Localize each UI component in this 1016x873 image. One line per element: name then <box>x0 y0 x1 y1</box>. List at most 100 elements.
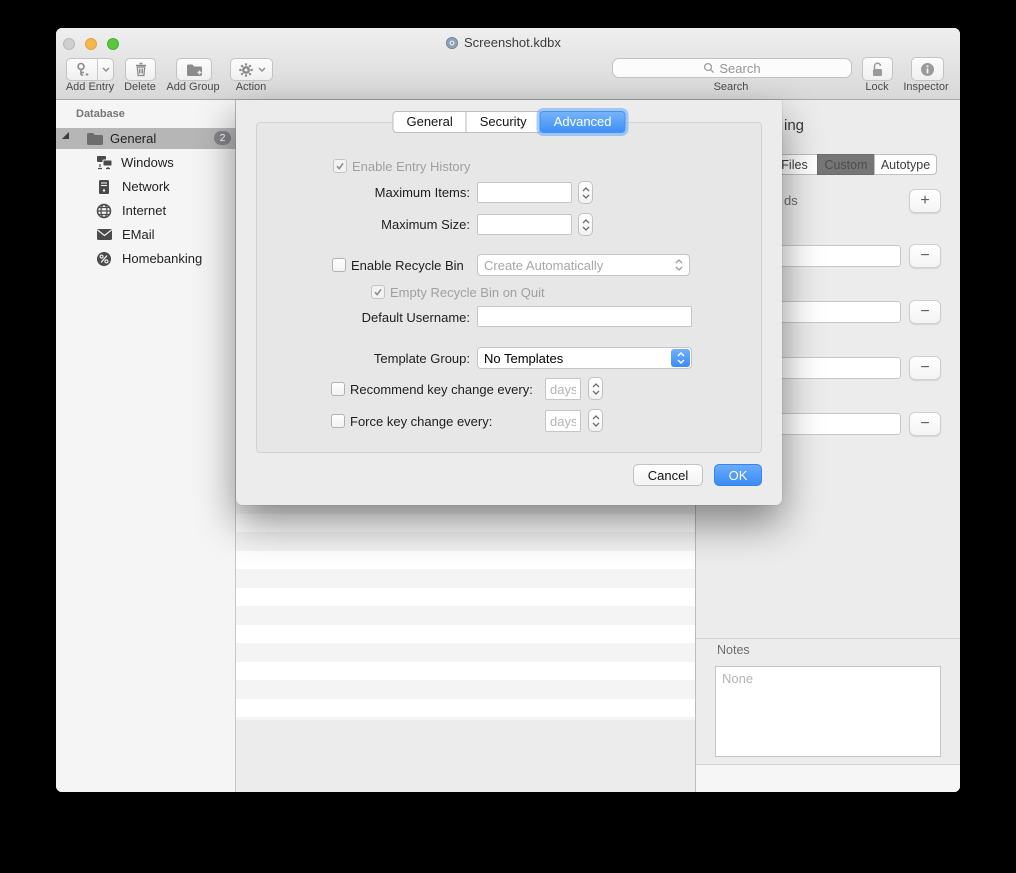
delete-button[interactable] <box>125 58 156 81</box>
empty-recycle-bin-checkbox[interactable] <box>371 285 385 299</box>
envelope-icon <box>96 228 113 241</box>
chevron-up-icon <box>592 383 600 388</box>
remove-field-button[interactable]: − <box>909 412 941 436</box>
action-button[interactable] <box>230 58 273 81</box>
lock-label: Lock <box>865 81 888 93</box>
chevron-down-icon <box>258 67 266 72</box>
maximum-items-input[interactable] <box>477 182 572 203</box>
maximum-items-stepper[interactable] <box>578 181 593 204</box>
maximum-size-label: Maximum Size: <box>236 217 470 232</box>
sidebar-item-network[interactable]: Network <box>56 176 236 197</box>
chevron-down-icon <box>592 390 600 395</box>
lock-open-icon <box>871 62 884 77</box>
sidebar-item-email[interactable]: EMail <box>56 224 236 245</box>
tab-autotype[interactable]: Autotype <box>874 154 937 175</box>
folder-icon <box>86 132 104 146</box>
entry-list[interactable] <box>236 477 695 720</box>
lock-button[interactable] <box>862 57 893 81</box>
window-title-row: Screenshot.kdbx <box>445 35 561 50</box>
settings-tabs: General Security Advanced <box>392 111 625 133</box>
sidebar-item-label: EMail <box>122 227 155 242</box>
template-group-popup[interactable]: No Templates <box>477 347 692 369</box>
inspector-title-fragment: ing <box>784 117 804 134</box>
gear-icon <box>238 62 254 78</box>
force-key-change-checkbox[interactable] <box>331 414 345 428</box>
minus-icon: − <box>920 416 929 432</box>
zoom-button[interactable] <box>107 38 119 50</box>
chevron-down-icon <box>592 422 600 427</box>
sidebar-item-label: Internet <box>122 203 166 218</box>
document-icon <box>445 36 459 50</box>
recycle-bin-mode-popup[interactable]: Create Automatically <box>477 254 690 276</box>
inspector-tabs: Files Custom Autotype <box>771 154 937 175</box>
chevron-up-icon <box>592 415 600 420</box>
percent-icon <box>96 251 112 267</box>
tab-general[interactable]: General <box>392 111 466 133</box>
recommend-key-change-checkbox[interactable] <box>331 382 345 396</box>
recycle-bin-mode-value: Create Automatically <box>484 258 675 273</box>
info-icon <box>920 62 935 77</box>
popup-chevrons-icon <box>675 259 683 271</box>
remove-field-button[interactable]: − <box>909 244 941 268</box>
disclosure-triangle-icon[interactable] <box>62 131 76 145</box>
cancel-button[interactable]: Cancel <box>633 464 703 486</box>
notes-textarea[interactable]: None <box>715 666 941 757</box>
maximum-size-stepper[interactable] <box>578 213 593 236</box>
sidebar-item-homebanking[interactable]: Homebanking <box>56 248 236 269</box>
action-label: Action <box>236 81 267 93</box>
sidebar-item-internet[interactable]: Internet <box>56 200 236 221</box>
notes-placeholder: None <box>722 671 753 686</box>
app-window: Screenshot.kdbx Add Entry <box>56 28 960 792</box>
tab-advanced[interactable]: Advanced <box>540 111 626 133</box>
sidebar-item-label: Network <box>122 179 170 194</box>
enable-entry-history-checkbox[interactable] <box>333 159 347 173</box>
search-icon <box>703 62 715 74</box>
window-chrome: Screenshot.kdbx Add Entry <box>56 28 960 100</box>
search-input[interactable]: Search <box>612 58 852 78</box>
close-button[interactable] <box>63 38 75 50</box>
sidebar-item-label: Windows <box>121 155 174 170</box>
chevron-down-icon <box>582 194 590 199</box>
ok-button[interactable]: OK <box>714 464 762 486</box>
window-title: Screenshot.kdbx <box>464 35 561 50</box>
maximum-items-label: Maximum Items: <box>236 185 470 200</box>
minimize-button[interactable] <box>85 38 97 50</box>
empty-recycle-bin-label: Empty Recycle Bin on Quit <box>390 285 545 300</box>
windows-network-icon <box>96 155 113 170</box>
force-days-input[interactable] <box>545 410 581 432</box>
database-settings-sheet: General Security Advanced Enable Entry H… <box>236 100 782 505</box>
server-icon <box>98 179 110 195</box>
add-group-button[interactable] <box>176 58 212 81</box>
remove-field-button[interactable]: − <box>909 356 941 380</box>
maximum-size-input[interactable] <box>477 214 572 235</box>
add-entry-button[interactable] <box>66 58 114 81</box>
minus-icon: − <box>920 360 929 376</box>
tab-security[interactable]: Security <box>466 111 541 133</box>
key-icon <box>67 62 97 78</box>
sidebar-item-windows[interactable]: Windows <box>56 152 236 173</box>
add-group-label: Add Group <box>166 81 219 93</box>
trash-icon <box>135 62 147 77</box>
sidebar-item-general[interactable]: General 2 <box>56 128 236 149</box>
recommend-days-stepper[interactable] <box>588 377 603 400</box>
folder-plus-icon <box>186 63 203 77</box>
globe-icon <box>96 203 112 219</box>
notes-label: Notes <box>717 643 750 657</box>
remove-field-button[interactable]: − <box>909 300 941 324</box>
sidebar-item-label: Homebanking <box>122 251 202 266</box>
enable-recycle-bin-checkbox[interactable] <box>332 258 346 272</box>
default-username-input[interactable] <box>477 306 692 327</box>
recommend-days-input[interactable] <box>545 378 581 400</box>
add-field-button[interactable]: + <box>909 189 941 213</box>
popup-chevrons-icon <box>671 349 690 367</box>
force-days-stepper[interactable] <box>588 409 603 432</box>
inspector-label: Inspector <box>903 81 948 93</box>
template-group-label: Template Group: <box>236 351 470 366</box>
sidebar-header: Database <box>76 108 125 120</box>
tab-custom[interactable]: Custom <box>817 154 875 175</box>
default-username-label: Default Username: <box>236 310 470 325</box>
inspector-button[interactable] <box>911 57 944 81</box>
enable-recycle-bin-label: Enable Recycle Bin <box>351 258 464 273</box>
chevron-up-icon <box>582 219 590 224</box>
chevron-down-icon[interactable] <box>98 67 113 72</box>
